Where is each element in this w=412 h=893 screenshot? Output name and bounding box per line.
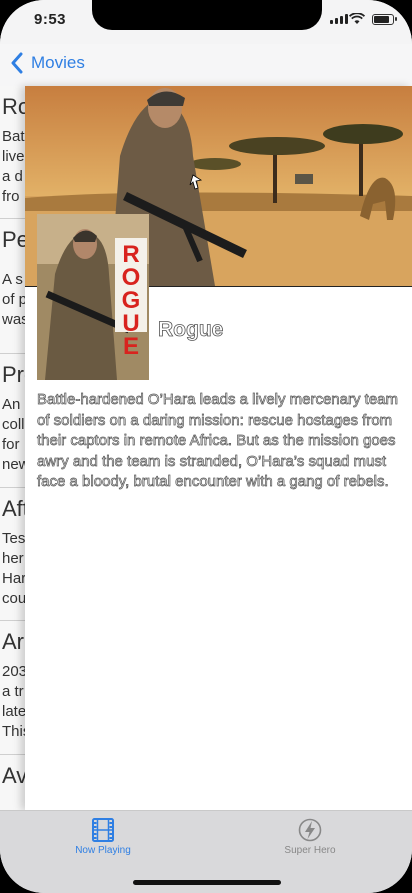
cellular-signal-icon xyxy=(330,14,348,24)
status-time: 9:53 xyxy=(34,11,67,28)
movie-overview: Battle-hardened O’Hara leads a lively me… xyxy=(37,391,399,491)
navigation-bar: Movies xyxy=(0,44,412,87)
chevron-left-icon xyxy=(11,52,23,74)
list-item-title: Ar xyxy=(2,629,24,654)
phone-screen: 9:53 Movies Ro Bat live a d fro Pe A s o… xyxy=(0,0,412,893)
list-item-line: late xyxy=(2,703,27,720)
back-button[interactable]: Movies xyxy=(10,52,85,74)
list-item-line: a d xyxy=(2,168,23,185)
list-item-line: Tes xyxy=(2,530,26,547)
list-item-line: fro xyxy=(2,188,20,205)
list-item-line: a tr xyxy=(2,683,24,700)
list-item-line: coll xyxy=(2,416,25,433)
tab-super-hero[interactable]: Super Hero xyxy=(240,817,380,856)
back-button-label: Movies xyxy=(31,53,85,72)
wifi-icon xyxy=(349,13,365,24)
tab-now-playing[interactable]: Now Playing xyxy=(33,817,173,856)
movie-detail-view: R O G U E Rogue Battle-hardened O’Hara l… xyxy=(25,86,412,810)
tab-label: Now Playing xyxy=(75,845,131,856)
list-item-line: 203 xyxy=(2,663,28,680)
list-item-line: An xyxy=(2,396,21,413)
status-bar: 9:53 xyxy=(0,0,412,44)
list-item-line: her xyxy=(2,550,24,567)
list-item-title: Av xyxy=(2,763,28,788)
battery-icon xyxy=(372,14,397,25)
lightning-icon xyxy=(298,818,322,842)
movie-title: Rogue xyxy=(158,318,224,342)
list-item-line: Bat xyxy=(2,128,25,145)
home-indicator[interactable] xyxy=(133,880,281,885)
tab-label: Super Hero xyxy=(284,845,336,856)
poster-letter: E xyxy=(123,333,139,360)
list-item-line: of p xyxy=(2,291,28,308)
film-icon xyxy=(92,818,114,842)
list-item-line: Har xyxy=(2,570,27,587)
notch xyxy=(92,0,322,30)
list-item-line: for xyxy=(2,436,20,453)
poster-image: R O G U E xyxy=(37,214,149,380)
list-item-line: A s xyxy=(2,271,23,288)
list-item-line: live xyxy=(2,148,25,165)
list-item-line: cou xyxy=(2,590,27,607)
